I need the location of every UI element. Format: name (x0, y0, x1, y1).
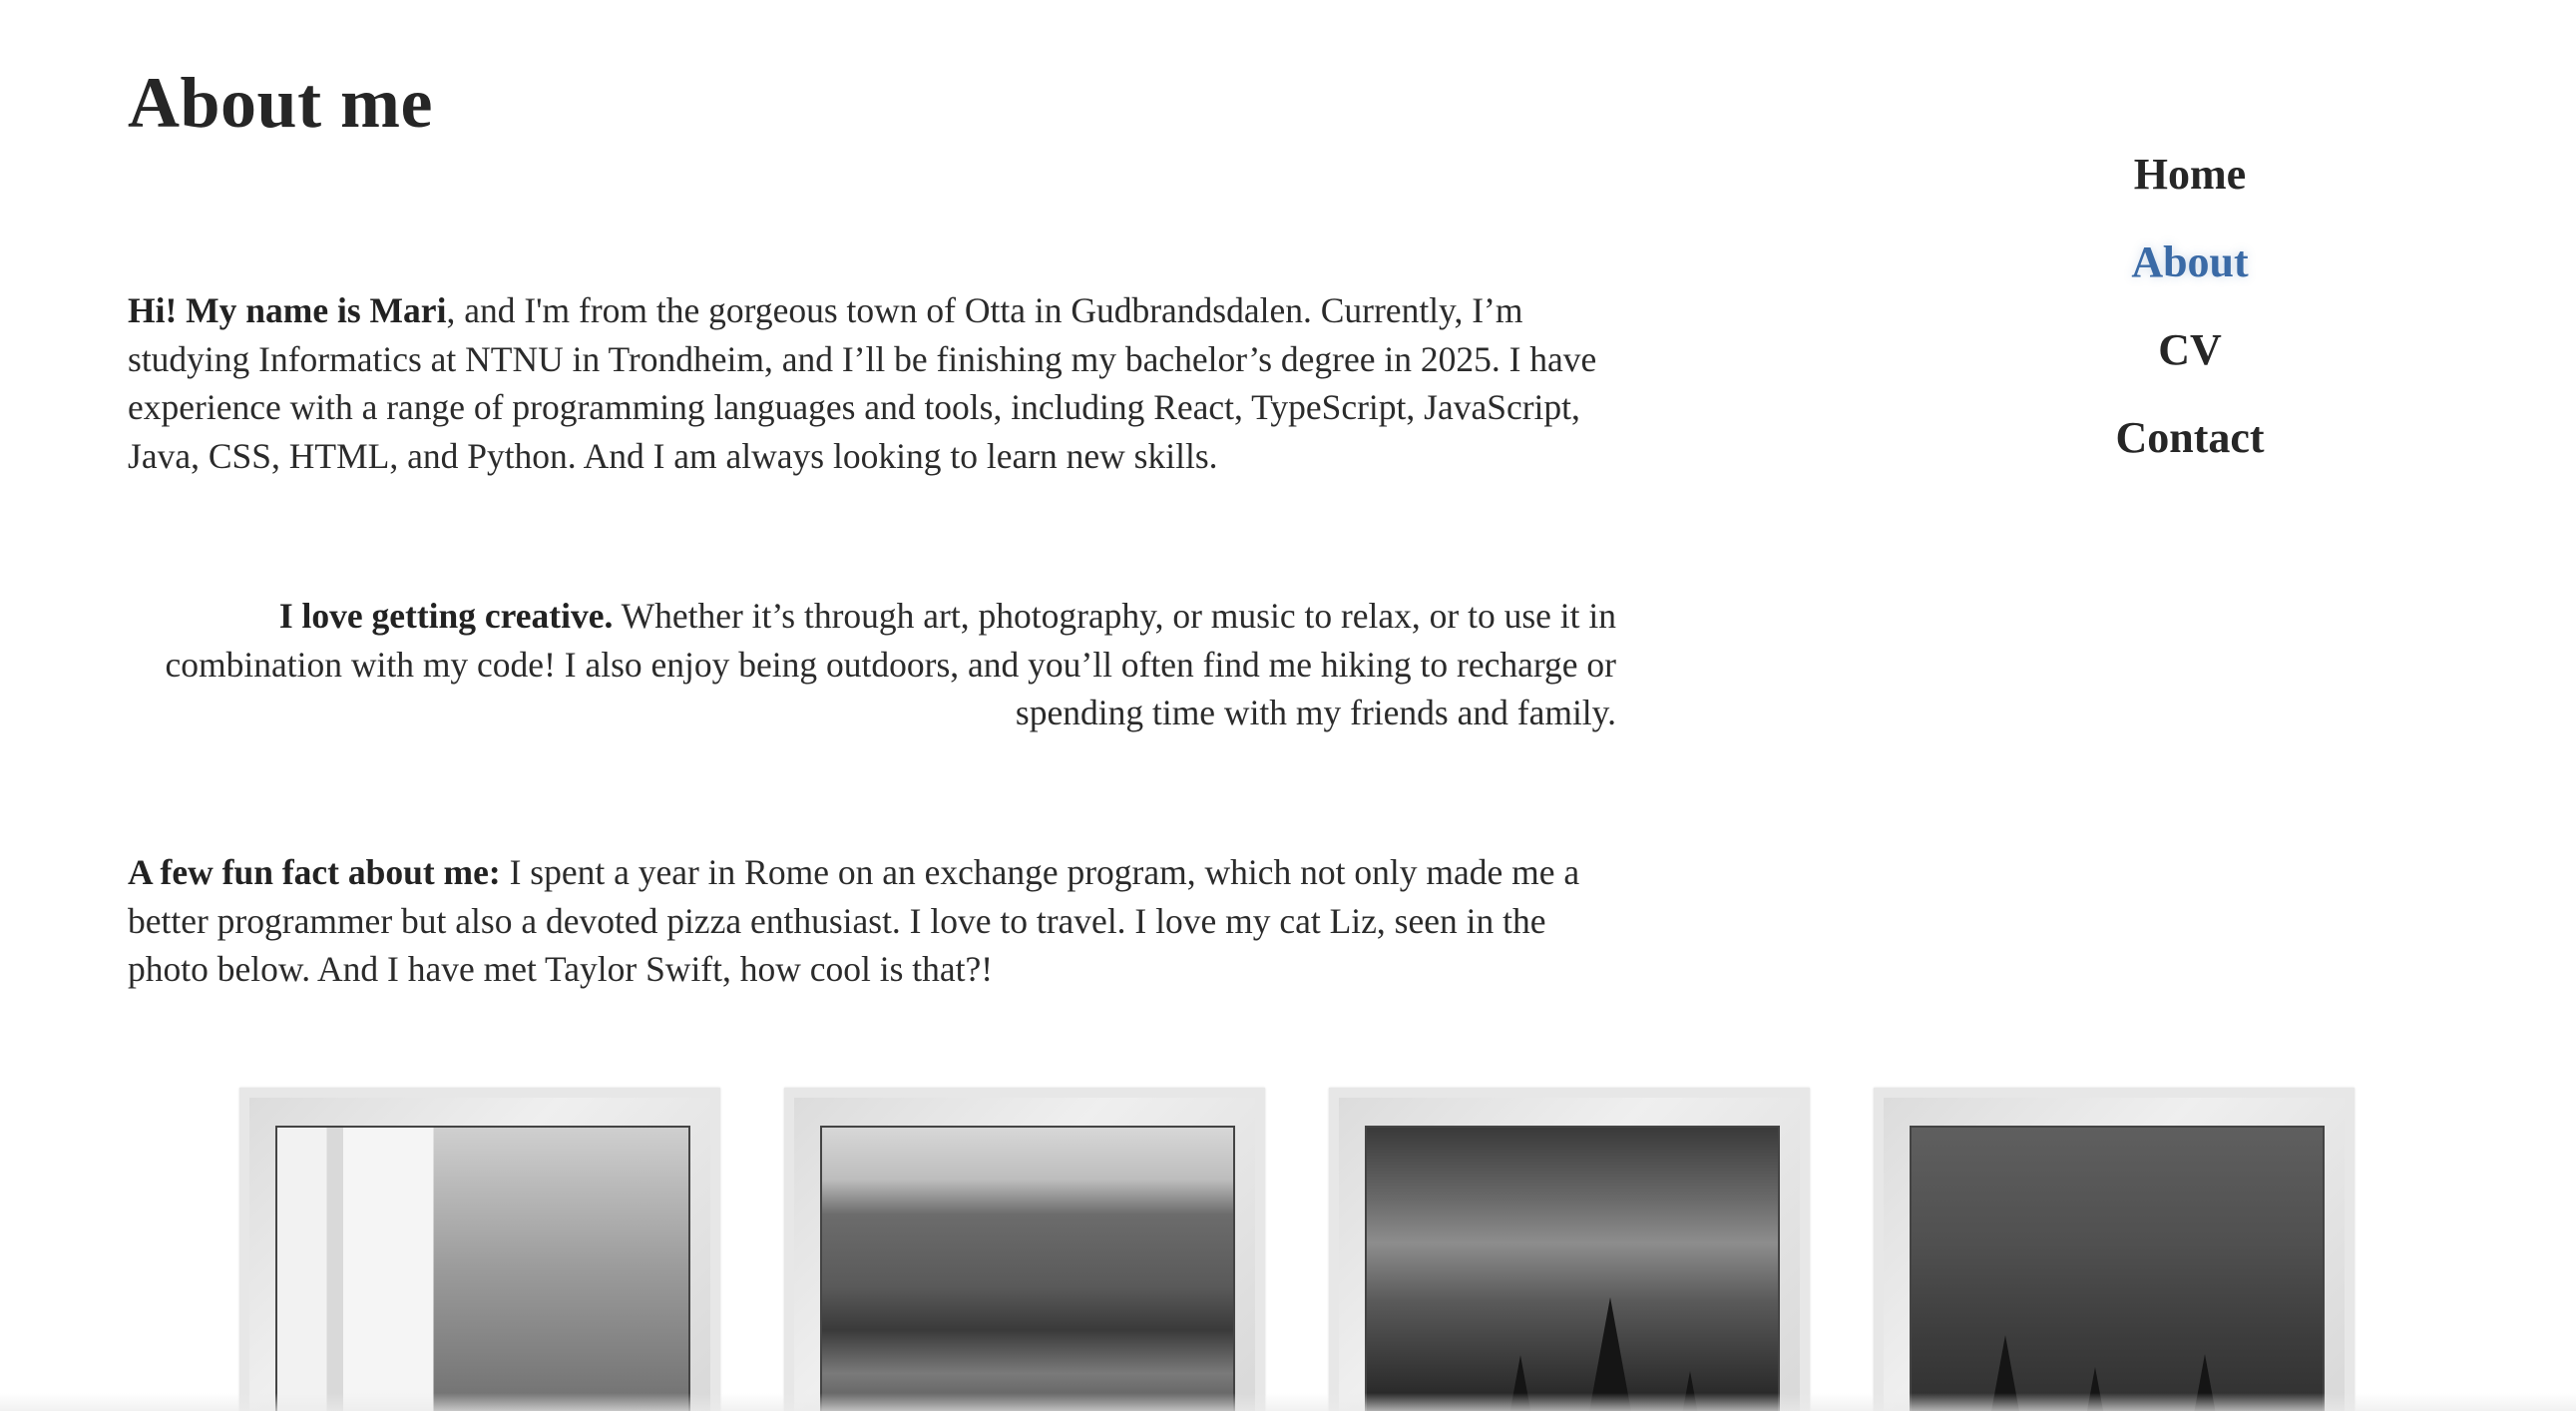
intro-paragraph: Hi! My name is Mari, and I'm from the go… (128, 286, 1624, 480)
bottom-fade (0, 1393, 2576, 1411)
polaroid-photo-2 (784, 1088, 1265, 1411)
photo-image (1910, 1126, 2325, 1411)
creative-bold: I love getting creative. (278, 596, 614, 636)
main-nav: Home About CV Contact (2005, 150, 2374, 501)
photo-image (275, 1126, 690, 1411)
photo-gallery (239, 1088, 2355, 1411)
photo-image (1365, 1126, 1780, 1411)
polaroid-photo-3 (1329, 1088, 1810, 1411)
creative-paragraph: I love getting creative. Whether it’s th… (128, 592, 1616, 737)
nav-about-link[interactable]: About (2131, 237, 2248, 287)
intro-bold: Hi! My name is Mari (128, 290, 447, 330)
polaroid-photo-4 (1874, 1088, 2355, 1411)
nav-cv-link[interactable]: CV (2158, 325, 2222, 375)
photo-image (820, 1126, 1235, 1411)
nav-home-link[interactable]: Home (2134, 150, 2246, 200)
about-page: About me Home About CV Contact Hi! My na… (0, 0, 2576, 1411)
page-title: About me (128, 63, 433, 143)
nav-contact-link[interactable]: Contact (2115, 413, 2264, 463)
fun-facts-paragraph: A few fun fact about me: I spent a year … (128, 848, 1624, 994)
fun-facts-bold: A few fun fact about me: (128, 852, 501, 892)
polaroid-photo-1 (239, 1088, 720, 1411)
